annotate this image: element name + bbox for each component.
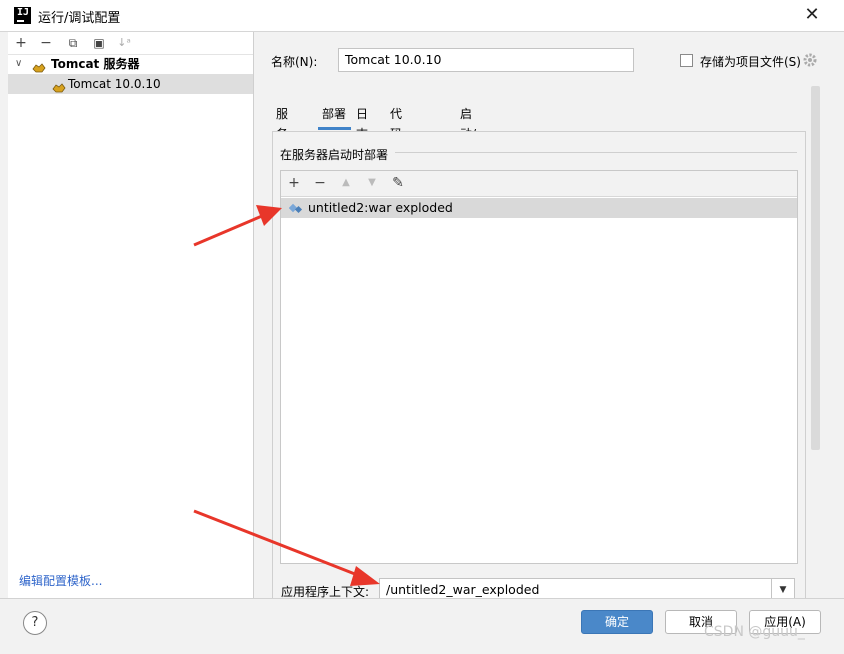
move-down-icon[interactable]: ▼ [362,173,382,193]
tree-item-label: Tomcat 10.0.10 [68,77,161,91]
new-folder-icon[interactable]: ▣ [89,33,109,53]
tab-startup-connection[interactable]: 启动/连接 [460,104,476,181]
store-as-project-checkbox[interactable] [680,54,693,67]
tomcat-icon [52,79,66,93]
copy-config-icon[interactable]: ⧉ [63,33,83,53]
title-bar: IJ 运行/调试配置 ✕ [0,0,844,32]
window-title: 运行/调试配置 [38,11,121,26]
edit-artifact-icon[interactable]: ✎ [388,173,408,193]
remove-config-icon[interactable]: − [36,33,56,53]
context-value: /untitled2_war_exploded [386,582,540,597]
section-divider [395,152,797,153]
tree-toolbar: + − ⧉ ▣ ↓ᵃ [8,32,253,55]
artifact-toolbar: + − ▲ ▼ ✎ [281,171,797,197]
remove-artifact-icon[interactable]: − [310,173,330,193]
sort-icon[interactable]: ↓ᵃ [114,33,134,53]
gear-icon[interactable] [802,52,818,68]
add-artifact-icon[interactable]: + [284,173,304,193]
tomcat-icon [32,59,46,73]
watermark: CSDN @guuu_ [704,624,805,640]
artifact-list: + − ▲ ▼ ✎ untitled2:war exploded [280,170,798,564]
config-tree-panel: + − ⧉ ▣ ↓ᵃ ∨ Tomcat 服务器 Tomcat 10.0.10 [8,32,254,598]
editor-scrollbar[interactable] [811,86,820,450]
edit-templates-link[interactable]: 编辑配置模板... [19,572,102,589]
name-field[interactable]: Tomcat 10.0.10 [338,48,634,72]
tab-server[interactable]: 服务器 [276,104,288,161]
artifact-label: untitled2:war exploded [308,200,453,215]
tab-logs[interactable]: 日志 [356,104,368,141]
tab-deployment[interactable]: 部署 [318,104,351,130]
intellij-icon: IJ [14,7,31,24]
chevron-down-icon[interactable]: ∨ [15,54,22,74]
add-config-icon[interactable]: + [11,33,31,53]
close-icon[interactable]: ✕ [800,3,824,27]
tab-coverage[interactable]: 代码覆盖率 [390,104,402,201]
name-label: 名称(N): [271,55,318,69]
artifact-icon [288,201,303,215]
move-up-icon[interactable]: ▲ [336,173,356,193]
tree-item-tomcat-10[interactable]: Tomcat 10.0.10 [8,74,253,94]
tree-item-label: Tomcat 服务器 [51,57,140,71]
tree-item-tomcat-server[interactable]: ∨ Tomcat 服务器 [8,54,253,74]
list-item[interactable]: untitled2:war exploded [281,198,797,218]
section-title: 在服务器启动时部署 [280,148,389,162]
help-icon[interactable]: ? [23,611,47,635]
ok-button[interactable]: 确定 [581,610,653,634]
store-as-project-label: 存储为项目文件(S) [700,55,801,69]
